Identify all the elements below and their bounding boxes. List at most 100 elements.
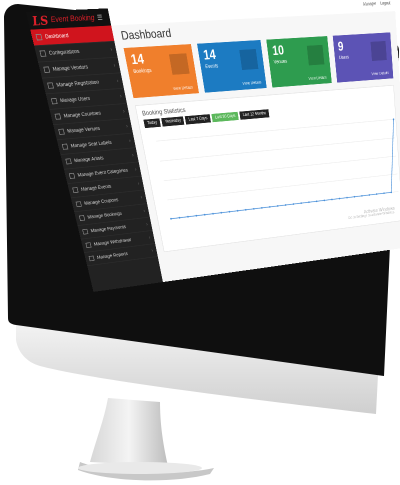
data-point (338, 197, 341, 200)
data-point (203, 213, 206, 216)
chevron-right-icon: › (151, 248, 154, 253)
sidebar-item-label: Manage Events (80, 183, 112, 192)
imac-mockup: LS Event Booking ☰ Dashboard Configuratio… (0, 0, 400, 485)
data-point (392, 118, 395, 121)
menu-item-icon (61, 143, 69, 150)
chart-tab[interactable]: Yesterday (161, 116, 185, 127)
data-point (361, 194, 363, 197)
chart-tab[interactable]: Today (143, 118, 161, 129)
data-point (276, 205, 279, 207)
series-line (156, 119, 398, 218)
sidebar-item-label: Manage Venues (66, 125, 101, 134)
data-point (368, 194, 371, 196)
data-point (228, 210, 231, 213)
sidebar-item-label: Dashboard (44, 32, 70, 40)
menu-item-icon (78, 215, 86, 221)
gridline (164, 156, 396, 181)
sidebar-item-label: Manage Artists (73, 155, 105, 164)
chevron-right-icon: › (137, 181, 140, 186)
view-details-link[interactable]: View Details (242, 81, 262, 87)
gridline (160, 138, 395, 161)
chevron-right-icon: › (119, 93, 123, 99)
data-point (346, 196, 348, 199)
data-point (308, 201, 310, 204)
menu-item-icon (35, 33, 43, 41)
chart-tab[interactable]: Last 12 Months (239, 109, 270, 120)
chevron-right-icon: › (140, 194, 143, 200)
data-point (315, 200, 318, 203)
data-point (244, 208, 247, 211)
data-point (260, 206, 263, 209)
brand-name: Event Booking (49, 13, 96, 25)
chart-tab[interactable]: Last 30 Days (211, 111, 239, 123)
sidebar-item-label: Configurations (48, 48, 80, 56)
menu-item-icon (58, 128, 65, 135)
data-point (292, 203, 295, 206)
tile-decoration (306, 44, 325, 66)
sidebar-item-label: Manage Reports (96, 251, 129, 260)
data-point (300, 202, 303, 205)
data-point (195, 214, 198, 217)
sidebar-item-label: Manage Countries (63, 110, 102, 119)
menu-item-icon (82, 228, 89, 235)
sidebar-item-label: Manage Seat Labels (70, 140, 113, 149)
tile-decoration (239, 48, 259, 71)
view-details-link[interactable]: View Details (173, 86, 194, 92)
data-point (284, 204, 287, 206)
sidebar-item-label: Manage Registration (55, 79, 100, 88)
menu-icon[interactable]: ☰ (96, 13, 103, 22)
view-details-link[interactable]: View Details (371, 71, 389, 76)
data-point (170, 217, 172, 220)
sidebar-item-label: Manage Vendors (52, 64, 89, 72)
view-details-link[interactable]: View Details (308, 76, 327, 81)
sidebar-item-label: Manage Event Categories (77, 167, 129, 178)
chevron-right-icon: › (113, 62, 116, 68)
data-point (323, 199, 326, 202)
stat-tile: 14 Events View Details (196, 39, 267, 93)
menu-item-icon (50, 98, 58, 105)
chevron-right-icon: › (110, 46, 113, 53)
tile-decoration (370, 40, 387, 62)
data-point (383, 192, 385, 195)
data-point (187, 215, 189, 218)
chevron-right-icon: › (122, 108, 126, 114)
brand-logo: LS (30, 12, 50, 29)
data-point (178, 216, 181, 219)
stat-tile: 14 Bookings View Details (123, 44, 199, 99)
chevron-right-icon: › (131, 152, 135, 158)
data-point (331, 198, 333, 201)
logout-link[interactable]: Logout (380, 1, 390, 6)
menu-item-icon (72, 187, 79, 194)
chevron-right-icon: › (143, 208, 146, 214)
booking-statistics-panel: Booking Statistics Today Yesterday Last 7 … (134, 84, 400, 253)
menu-item-icon (65, 158, 72, 165)
user-menu[interactable]: Manager (363, 2, 376, 7)
menu-item-icon (47, 82, 54, 89)
data-point (220, 211, 223, 214)
stat-tile: 10 Venues View Details (266, 36, 332, 88)
data-point (252, 207, 255, 210)
stat-tile: 9 Users View Details (332, 32, 394, 83)
menu-item-icon (39, 50, 47, 57)
menu-item-icon (43, 66, 51, 73)
menu-item-icon (54, 113, 62, 120)
chevron-right-icon: › (148, 235, 151, 240)
sidebar-item-label: Manage Users (59, 95, 91, 104)
chevron-right-icon: › (134, 166, 137, 172)
data-point (353, 195, 356, 198)
data-point (390, 191, 393, 194)
menu-item-icon (85, 242, 92, 249)
data-point (268, 205, 271, 208)
screen: LS Event Booking ☰ Dashboard Configuratio… (26, 0, 400, 292)
data-point (212, 212, 214, 215)
data-point (236, 209, 239, 212)
activation-watermark: Activate Windows Go to Settings to activ… (348, 206, 395, 221)
data-point (375, 193, 378, 196)
menu-item-icon (88, 255, 95, 262)
sidebar-item-label: Manage Coupons (83, 197, 119, 206)
menu-item-icon (68, 172, 76, 179)
chevron-right-icon: › (125, 123, 129, 129)
chart-tab[interactable]: Last 7 Days (184, 114, 212, 125)
tile-decoration (168, 53, 190, 75)
chevron-right-icon: › (145, 221, 149, 227)
